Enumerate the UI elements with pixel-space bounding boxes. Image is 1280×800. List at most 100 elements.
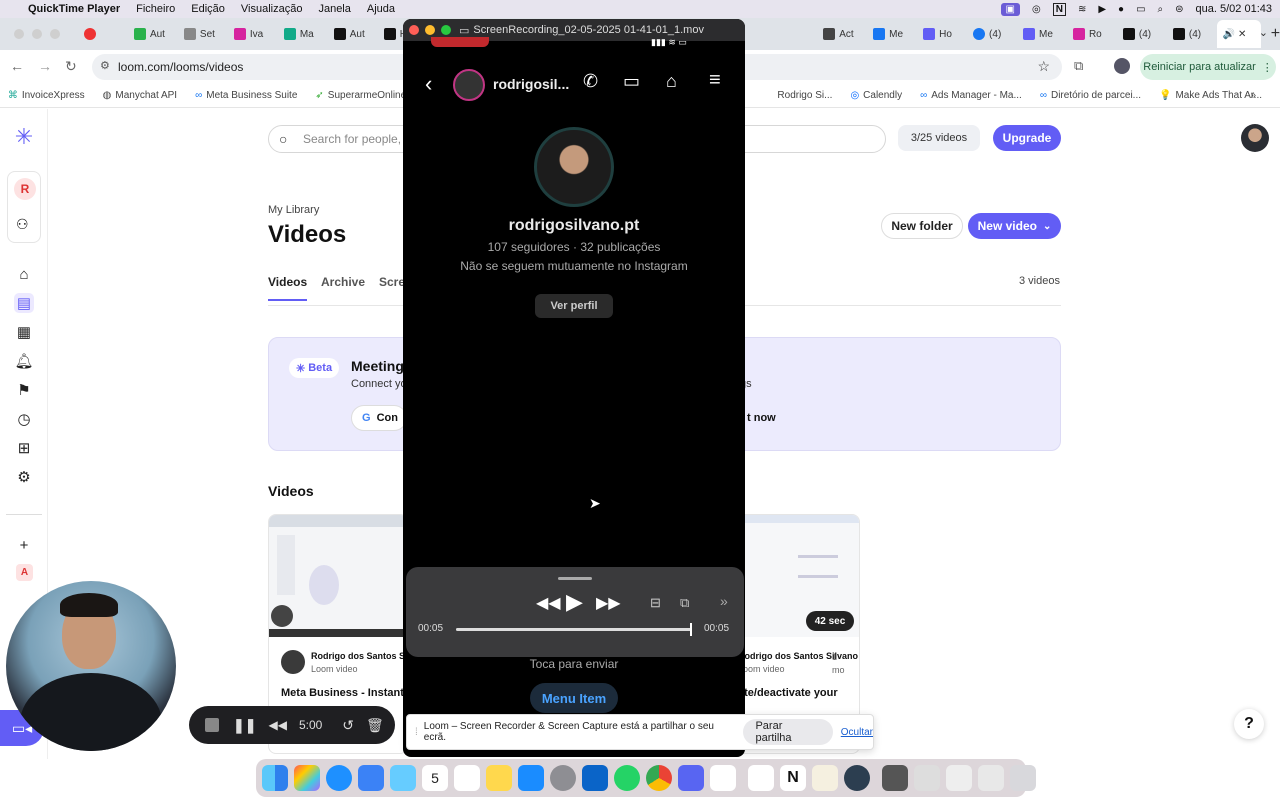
back-icon[interactable]: ← <box>10 58 24 74</box>
pause-icon[interactable]: ❚❚ <box>233 717 256 734</box>
control-center-icon[interactable]: ⊜ <box>1175 4 1183 15</box>
bookmark-item[interactable]: ∞ Ads Manager - Ma... <box>920 90 1022 101</box>
stop-sharing-button[interactable]: Parar partilha <box>743 719 833 745</box>
browser-tab[interactable]: Me <box>867 20 917 48</box>
browser-tab[interactable]: (4) <box>967 20 1017 48</box>
textedit-icon[interactable] <box>812 765 838 791</box>
mail-icon[interactable] <box>358 765 384 791</box>
bookmark-item[interactable]: ◎ Calendly <box>850 90 902 101</box>
calendar-icon[interactable]: ▦ <box>14 322 34 342</box>
browser-tab[interactable]: Aut <box>328 20 378 48</box>
battery-icon[interactable]: ▭ <box>1136 4 1145 15</box>
share-chevron-icon[interactable]: » <box>720 593 728 609</box>
workspace-avatar[interactable]: R <box>14 178 36 200</box>
video-thumbnail[interactable] <box>269 515 407 637</box>
upgrade-button[interactable]: Upgrade <box>993 125 1061 151</box>
card-title[interactable]: ate/deactivate your <box>738 687 838 699</box>
user-avatar[interactable] <box>1241 124 1269 152</box>
breadcrumb[interactable]: My Library <box>268 204 319 216</box>
drag-handle-icon[interactable]: ⁞ <box>415 727 418 738</box>
phone-call-icon[interactable]: ✆ <box>583 71 598 92</box>
menubar-clock[interactable]: qua. 5/02 01:43 <box>1196 3 1272 15</box>
reload-icon[interactable]: ↻ <box>65 58 77 75</box>
profile-avatar-large[interactable] <box>534 127 614 207</box>
gift-icon[interactable]: ⊞ <box>14 438 34 458</box>
site-settings-icon[interactable]: ⚙ <box>100 59 110 72</box>
chrome-icon[interactable] <box>646 765 672 791</box>
progress-handle[interactable] <box>690 623 692 636</box>
browser-tab[interactable]: Iva <box>228 20 278 48</box>
zoom-window-icon[interactable] <box>441 25 451 35</box>
browser-tab[interactable] <box>78 20 128 48</box>
hide-link[interactable]: Ocultar <box>841 727 873 738</box>
picture-in-picture-icon[interactable]: ⧉ <box>680 595 689 611</box>
wifi-icon[interactable]: ≋ <box>1078 4 1086 15</box>
tab-list-chevron-icon[interactable]: ⌄ <box>1259 26 1268 39</box>
play-icon[interactable]: ▶ <box>566 589 583 615</box>
search-icon[interactable]: ⌕ <box>1158 4 1164 15</box>
profile-icon[interactable] <box>1114 58 1130 74</box>
forward-icon[interactable]: → <box>38 58 52 74</box>
back-chevron-icon[interactable]: ‹ <box>425 71 432 97</box>
banner-cta[interactable]: t now <box>747 412 776 424</box>
quicktime-icon[interactable] <box>844 765 870 791</box>
minimize-window-icon[interactable] <box>425 25 435 35</box>
system-settings-icon[interactable] <box>550 765 576 791</box>
bookmark-item[interactable]: ∞ Diretório de parcei... <box>1040 90 1141 101</box>
bookmark-item[interactable]: ∞ Meta Business Suite <box>195 90 297 101</box>
whatsapp-icon[interactable] <box>614 765 640 791</box>
outlook-icon[interactable] <box>582 765 608 791</box>
browser-tab[interactable]: Act <box>817 20 867 48</box>
dock-window-thumbnail[interactable] <box>914 765 940 791</box>
menu-janela[interactable]: Janela <box>318 3 350 15</box>
browser-tab[interactable]: Ma <box>278 20 328 48</box>
app-store-icon[interactable] <box>518 765 544 791</box>
menu-edicao[interactable]: Edição <box>191 3 225 15</box>
new-folder-button[interactable]: New folder <box>881 213 963 239</box>
browser-tab[interactable]: Me <box>1017 20 1067 48</box>
notion-menubar-icon[interactable]: N <box>1052 2 1066 16</box>
screen-share-icon[interactable]: ▣ <box>1000 2 1020 16</box>
google-connect-button[interactable]: G Con <box>351 405 407 431</box>
status-icon[interactable]: ◎ <box>1032 4 1041 15</box>
bookmark-item[interactable]: Rodrigo Si... <box>777 90 832 101</box>
notion-icon[interactable]: N <box>780 765 806 791</box>
library-icon[interactable]: ▤ <box>14 293 34 313</box>
history-clock-icon[interactable]: ◷ <box>14 409 34 429</box>
rewind-icon[interactable]: ◀◀ <box>268 718 286 732</box>
view-profile-button[interactable]: Ver perfil <box>535 294 613 318</box>
dm-username[interactable]: rodrigosil... <box>493 76 569 92</box>
airplay-icon[interactable]: ⊟ <box>650 595 661 611</box>
menu-lines-icon[interactable]: ≡ <box>709 69 721 92</box>
progress-track[interactable] <box>456 623 692 636</box>
profile-avatar-small[interactable] <box>453 69 485 101</box>
workspace-avatar-a[interactable]: A <box>16 564 33 581</box>
fast-forward-icon[interactable]: ▶▶ <box>596 593 621 613</box>
trash-icon[interactable] <box>1010 765 1036 791</box>
close-window-icon[interactable] <box>409 25 419 35</box>
home-icon[interactable]: ⌂ <box>14 264 34 284</box>
dock-window-thumbnail[interactable] <box>978 765 1004 791</box>
controls-grabber[interactable] <box>558 577 592 580</box>
people-icon[interactable]: ⚇ <box>16 216 29 233</box>
new-tab-icon[interactable]: + <box>1271 25 1280 43</box>
play-icon[interactable]: ▶ <box>1098 4 1106 15</box>
launchpad-icon[interactable] <box>294 765 320 791</box>
webcam-bubble[interactable] <box>6 581 176 751</box>
browser-tab[interactable]: Ro <box>1067 20 1117 48</box>
menu-visualizacao[interactable]: Visualização <box>241 3 303 15</box>
loom-logo-icon[interactable]: ✳ <box>14 124 34 149</box>
browser-tab[interactable]: Ho <box>917 20 967 48</box>
stop-recording-icon[interactable] <box>205 718 219 732</box>
menu-item-button[interactable]: Menu Item <box>530 683 618 713</box>
new-video-button[interactable]: New video ⌄ <box>968 213 1061 239</box>
browser-tab[interactable]: (4) <box>1117 20 1167 48</box>
restart-icon[interactable]: ↺ <box>342 717 354 734</box>
bookmark-item[interactable]: 💡 Make Ads That Ar... <box>1159 90 1262 101</box>
dock-window-thumbnail[interactable] <box>882 765 908 791</box>
notes-icon[interactable] <box>486 765 512 791</box>
update-button[interactable]: Reiniciar para atualizar ⋮ <box>1140 54 1276 80</box>
notifications-bell-icon[interactable]: 🔔︎ <box>14 351 34 371</box>
settings-gear-icon[interactable]: ⚙ <box>14 467 34 487</box>
bookmark-item[interactable]: ⌘ InvoiceXpress <box>8 90 85 101</box>
